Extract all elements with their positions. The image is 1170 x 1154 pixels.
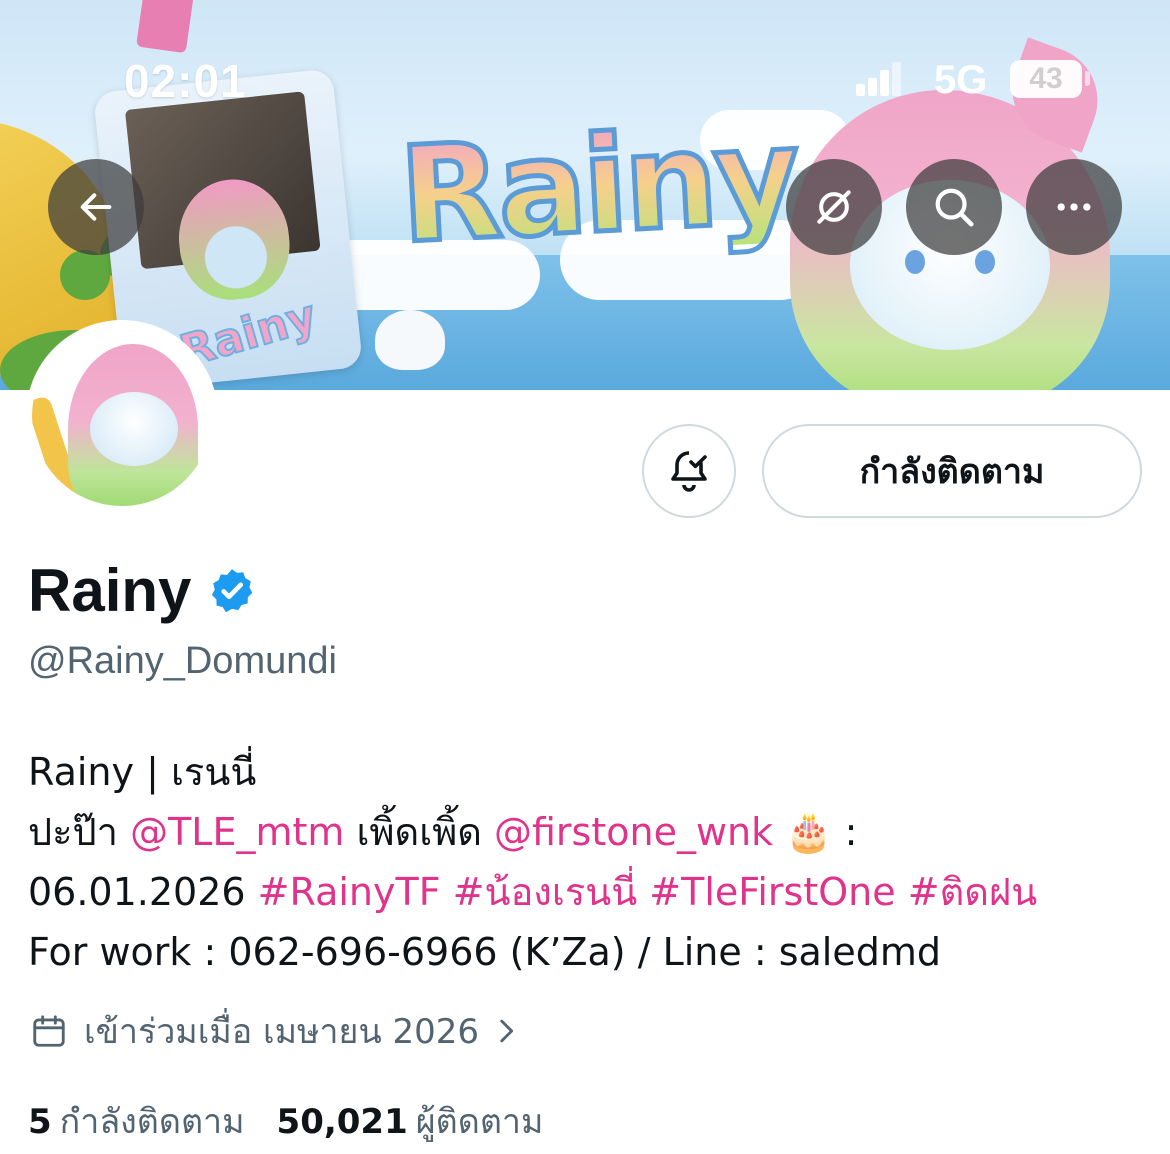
- follow-stats: 5 กำลังติดตาม 50,021 ผู้ติดตาม: [28, 1094, 543, 1148]
- bio-line: 06.01.2026 #RainyTF #น้องเรนนี่ #TleFirs…: [28, 862, 1148, 922]
- battery-icon: 43: [1010, 60, 1082, 98]
- following-stat[interactable]: 5 กำลังติดตาม: [28, 1094, 245, 1148]
- battery-level: 43: [1029, 62, 1063, 95]
- chevron-right-icon: [500, 1019, 514, 1043]
- avatar-mascot-face: [90, 392, 178, 466]
- bio-line: ปะป๊า @TLE_mtm เพิ้ดเพิ้ด @firstone_wnk …: [28, 802, 1148, 862]
- more-button[interactable]: [1026, 159, 1122, 255]
- avatar-mascot: [68, 344, 198, 506]
- hashtag-link[interactable]: #ติดฝน: [908, 870, 1037, 914]
- back-arrow-icon: [80, 193, 112, 221]
- bio-line: For work : 062-696-6966 (K’Za) / Line : …: [28, 930, 942, 974]
- bio-text: เพิ้ดเพิ้ด: [344, 810, 494, 854]
- notifications-button[interactable]: [642, 424, 736, 518]
- disconnect-button[interactable]: [786, 159, 882, 255]
- network-label: 5G: [934, 58, 988, 102]
- mascot-eye: [905, 250, 925, 274]
- bell-check-icon: [671, 451, 707, 492]
- following-label: กำลังติดตาม: [59, 1102, 245, 1142]
- mention-link[interactable]: @TLE_mtm: [130, 810, 344, 854]
- bio-line: Rainy | เรนนี่: [28, 750, 257, 794]
- verified-badge-icon[interactable]: [207, 566, 257, 616]
- search-icon: [935, 188, 974, 227]
- calendar-icon: [33, 1015, 65, 1047]
- signal-icon: [856, 62, 902, 96]
- hashtag-link[interactable]: #TleFirstOne: [649, 870, 895, 914]
- status-time: 02:01: [124, 55, 247, 107]
- search-button[interactable]: [906, 159, 1002, 255]
- banner-logo-text: Rainy: [394, 96, 803, 276]
- bio-text: 06.01.2026: [28, 870, 258, 914]
- battery-cap: [1085, 71, 1090, 86]
- profile-handle: @Rainy_Domundi: [28, 640, 337, 682]
- bio-text: ปะป๊า: [28, 810, 131, 854]
- following-button[interactable]: กำลังติดตาม: [762, 424, 1142, 518]
- more-icon: [1057, 203, 1091, 211]
- mascot-eye: [975, 250, 995, 274]
- profile-bio: Rainy | เรนนี่ ปะป๊า @TLE_mtm เพิ้ดเพิ้ด…: [28, 742, 1148, 982]
- hashtag-link[interactable]: #RainyTF: [258, 870, 441, 914]
- bio-text: 🎂 :: [773, 810, 858, 854]
- profile-name-row: Rainy: [28, 556, 257, 625]
- lanyard-graphic: [136, 0, 194, 54]
- profile-name: Rainy: [28, 557, 192, 624]
- mention-link[interactable]: @firstone_wnk: [494, 810, 773, 854]
- joined-date-row[interactable]: เข้าร่วมเมื่อ เมษายน 2026: [30, 1004, 539, 1058]
- followers-count: 50,021: [276, 1102, 408, 1142]
- following-count: 5: [28, 1102, 52, 1142]
- back-button[interactable]: [48, 159, 144, 255]
- avatar[interactable]: [26, 320, 218, 512]
- hashtag-link[interactable]: #น้องเรนนี่: [453, 870, 638, 914]
- followers-label: ผู้ติดตาม: [415, 1102, 544, 1142]
- profile-banner[interactable]: Rainy Rainy 02:01 5G 43: [0, 0, 1170, 390]
- disconnect-icon: [817, 190, 851, 224]
- ghost-graphic: [375, 310, 445, 370]
- joined-date: เข้าร่วมเมื่อ เมษายน 2026: [84, 1012, 480, 1052]
- followers-stat[interactable]: 50,021 ผู้ติดตาม: [277, 1094, 544, 1148]
